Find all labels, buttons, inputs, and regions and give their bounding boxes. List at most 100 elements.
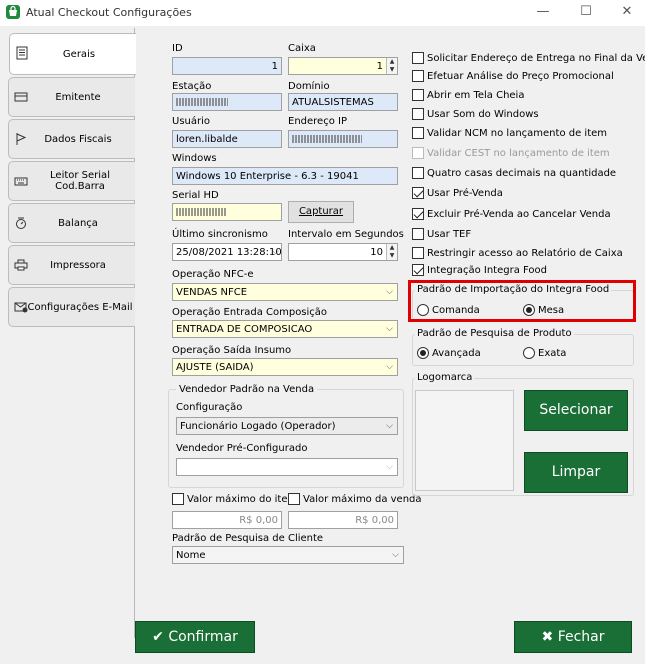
radio-avancada[interactable]: Avançada [417,347,481,359]
capturar-button[interactable]: Capturar [288,201,354,223]
option-checkbox[interactable]: Usar TEF [412,228,471,240]
limpar-button[interactable]: Limpar [524,452,628,493]
max-venda-field[interactable]: R$ 0,00 [288,511,398,529]
ip-field[interactable] [288,130,398,148]
logo-group-title: Logomarca [415,372,475,383]
redacted-value [176,98,228,106]
flag-icon [16,133,27,145]
option-checkbox[interactable]: Integração Integra Food [412,264,547,276]
nfce-label: Operação NFC-e [172,269,254,280]
checkbox-box [412,264,424,276]
fechar-label: Fechar [557,629,605,645]
windows-field[interactable]: Windows 10 Enterprise - 6.3 - 19041 [172,167,398,185]
email-icon [14,302,28,313]
checkbox-box [412,187,424,199]
checkbox-box [412,108,424,120]
option-checkbox[interactable]: Efetuar Análise do Preço Promocional [412,70,614,82]
option-checkbox[interactable]: Abrir em Tela Cheia [412,89,524,101]
entrada-label: Operação Entrada Composição [172,307,328,318]
minimize-icon[interactable]: — [523,0,563,26]
caixa-label: Caixa [288,43,316,54]
configuracao-select[interactable]: Funcionário Logado (Operador) ⌵ [176,417,398,435]
caixa-field[interactable]: 1 ▲ ▼ [288,57,398,75]
option-checkbox[interactable]: Restringir acesso ao Relatório de Caixa [412,247,623,259]
estacao-label: Estação [172,81,212,92]
check-icon: ✔ [152,629,164,645]
checkbox-box [412,167,424,179]
option-checkbox[interactable]: Usar Som do Windows [412,108,539,120]
close-icon: ✖ [541,629,554,645]
saida-select[interactable]: AJUSTE (SAIDA) ⌵ [172,358,398,376]
checkbox-box [412,147,424,159]
dominio-field[interactable]: ATUALSISTEMAS [288,93,398,111]
tab-balanca[interactable]: Balança [8,203,135,243]
fechar-button[interactable]: ✖ Fechar [514,621,632,653]
chevron-down-icon: ⌵ [392,550,399,560]
option-label: Efetuar Análise do Preço Promocional [427,70,614,82]
intervalo-value: 10 [370,247,383,258]
nfce-value: VENDAS NFCE [176,287,248,298]
highlight-box [408,280,636,322]
chevron-down-icon: ⌵ [386,362,393,372]
keyboard-icon [14,177,28,186]
sidebar: Gerais Emitente Dados Fiscais Leitor Ser… [0,28,136,638]
tab-impressora[interactable]: Impressora [8,245,135,285]
option-checkbox[interactable]: Solicitar Endereço de Entrega no Final d… [412,52,645,64]
card-icon [14,92,28,102]
checkbox-box [412,89,424,101]
radio-circle [417,347,429,359]
checkbox-box [412,52,424,64]
option-label: Validar CEST no lançamento de item [427,147,610,159]
dominio-label: Domínio [288,81,330,92]
tab-leitor-serial[interactable]: Leitor Serial Cod.Barra [8,161,135,201]
preconf-select[interactable]: ⌵ [176,458,398,476]
ultimo-sincronismo-label: Último sincronismo [172,229,268,240]
id-field[interactable]: 1 [172,57,282,75]
intervalo-spinner[interactable]: ▲ ▼ [386,244,397,260]
scale-icon [16,217,26,229]
serial-field[interactable] [172,203,282,221]
tab-gerais[interactable]: Gerais [9,33,136,75]
id-label: ID [172,43,183,54]
radio-exata[interactable]: Exata [523,347,566,359]
chevron-down-icon[interactable]: ⌵ [272,247,279,257]
estacao-field[interactable] [172,93,282,111]
ultimo-sincronismo-field[interactable]: 25/08/2021 13:28:10 ⌵ [172,243,282,261]
max-item-field[interactable]: R$ 0,00 [172,511,282,529]
selecionar-button[interactable]: Selecionar [524,390,628,431]
chevron-down-icon: ⌵ [386,287,393,297]
intervalo-label: Intervalo em Segundos [288,229,404,240]
option-checkbox[interactable]: Validar NCM no lançamento de item [412,127,607,139]
configuracao-label: Configuração [176,402,243,413]
document-icon [16,46,28,60]
checkbox-box [412,70,424,82]
option-checkbox[interactable]: Usar Pré-Venda [412,187,503,199]
max-venda-checkbox[interactable]: Valor máximo da venda [288,493,422,505]
option-label: Usar Pré-Venda [427,187,503,199]
max-item-label: Valor máximo do item [187,493,298,505]
option-label: Usar TEF [427,228,472,240]
chevron-down-icon: ⌵ [386,324,393,334]
maximize-icon[interactable]: ☐ [566,0,606,26]
confirmar-button[interactable]: ✔ Confirmar [135,621,255,653]
usuario-field[interactable]: loren.libalde [172,130,282,148]
option-label: Integração Integra Food [427,264,547,276]
produto-group-title: Padrão de Pesquisa de Produto [415,328,574,339]
tab-dados-fiscais[interactable]: Dados Fiscais [8,119,135,159]
tab-emitente[interactable]: Emitente [8,77,135,117]
intervalo-field[interactable]: 10 ▲ ▼ [288,243,398,261]
ip-label: Endereço IP [288,116,347,127]
close-window-icon[interactable]: ✕ [607,0,645,26]
radio-circle [523,347,535,359]
tab-configuracoes-email[interactable]: Configurações E-Mail [8,287,135,327]
cliente-select[interactable]: Nome ⌵ [172,546,404,564]
option-checkbox[interactable]: Quatro casas decimais na quantidade [412,167,616,179]
caixa-spinner[interactable]: ▲ ▼ [386,58,397,74]
redacted-value [176,208,226,216]
logo-preview [415,390,514,491]
option-checkbox[interactable]: Excluir Pré-Venda ao Cancelar Venda [412,208,611,220]
checkbox-box [412,127,424,139]
max-item-checkbox[interactable]: Valor máximo do item [172,493,297,505]
nfce-select[interactable]: VENDAS NFCE ⌵ [172,283,398,301]
entrada-select[interactable]: ENTRADA DE COMPOSICAO ⌵ [172,320,398,338]
